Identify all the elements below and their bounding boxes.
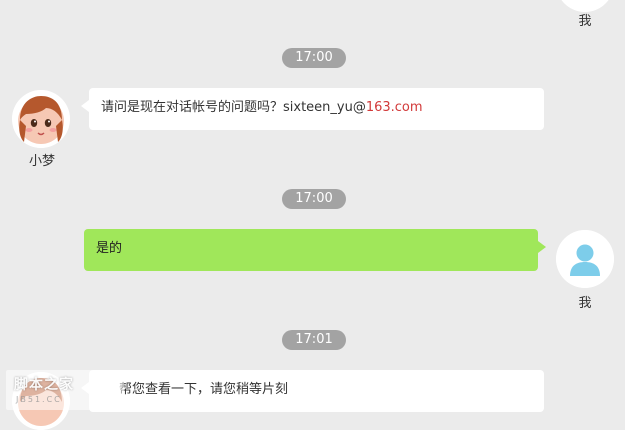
agent-name: 小梦 [28,154,55,169]
user-message: 是的 [84,229,546,271]
user-name: 我 [578,296,592,311]
user-name: 我 [578,14,592,29]
user-icon [556,230,614,288]
agent-message: 帮您查看一下，请您稍等片刻 [81,370,544,412]
girl-avatar-icon [12,90,70,148]
message-text: 帮您查看一下，请您稍等片刻 [119,382,289,397]
chat-window: 我 17:00 小梦 请问是现在对话帐号的问题吗？sixteen_yu@163.… [0,0,625,430]
message-text: 请问是现在对话帐号的问题吗？sixteen_yu@ [101,100,366,115]
timestamp: 17:00 [282,189,346,209]
timestamp: 17:00 [282,48,346,68]
watermark: 脚本之家 JB51.CC [6,370,124,410]
watermark-title: 脚本之家 [14,377,74,393]
watermark-subtitle: JB51.CC [16,395,62,404]
user-avatar[interactable] [556,230,614,288]
timestamp: 17:01 [282,330,346,350]
agent-message: 请问是现在对话帐号的问题吗？sixteen_yu@163.com [81,88,544,130]
agent-avatar[interactable] [12,90,70,148]
message-text: 是的 [96,241,123,256]
email-link[interactable]: 163.com [366,100,423,115]
